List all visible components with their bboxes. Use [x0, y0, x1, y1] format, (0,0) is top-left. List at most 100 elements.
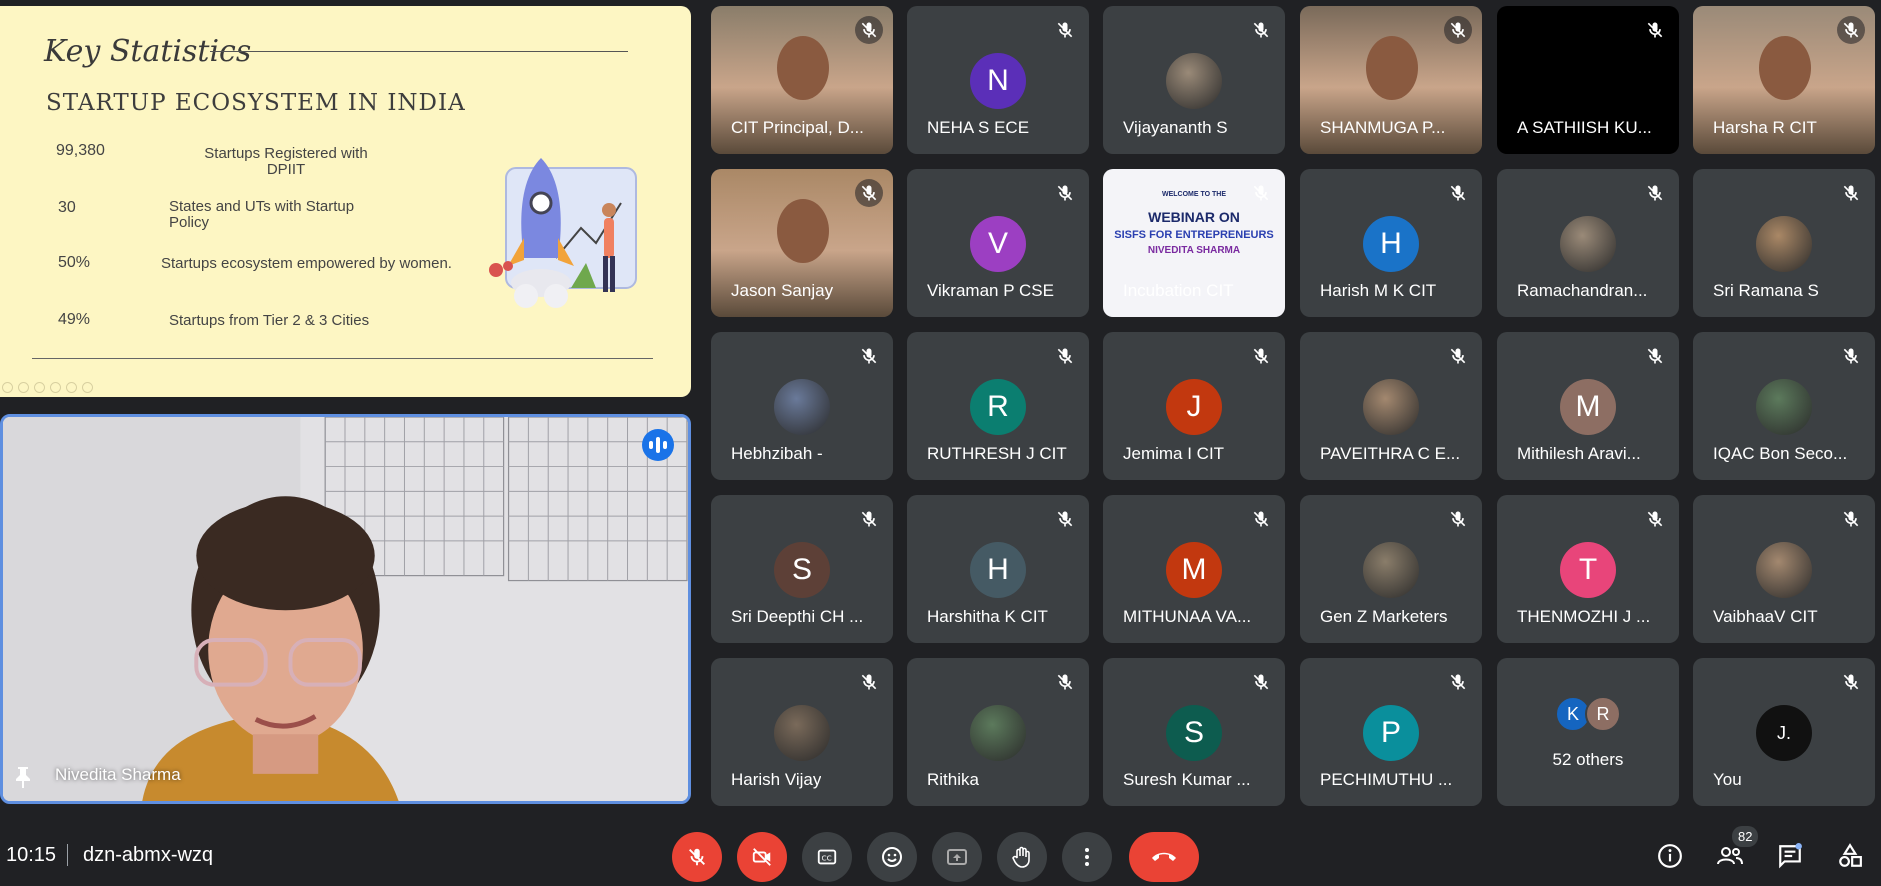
participant-tile[interactable]: Harsha R CIT [1693, 6, 1875, 154]
participant-face [1366, 36, 1418, 100]
reactions-button[interactable] [867, 832, 917, 882]
participant-tile[interactable]: R RUTHRESH J CIT [907, 332, 1089, 480]
muted-mic-icon [1641, 179, 1669, 207]
participant-avatar [774, 705, 830, 761]
participant-name: THENMOZHI J ... [1517, 607, 1651, 626]
muted-mic-icon [855, 16, 883, 44]
participant-name: NEHA S ECE [927, 118, 1030, 137]
participant-tile[interactable]: V Vikraman P CSE [907, 169, 1089, 317]
participant-tile[interactable]: N NEHA S ECE [907, 6, 1089, 154]
microphone-toggle-button[interactable] [672, 832, 722, 882]
chat-icon [1779, 843, 1802, 869]
raise-hand-button[interactable] [997, 832, 1047, 882]
muted-mic-icon [1247, 179, 1275, 207]
slide-tool-icon[interactable] [2, 382, 13, 393]
poster-text: NIVEDITA SHARMA [1147, 245, 1241, 256]
pin-icon[interactable] [13, 765, 33, 789]
more-options-button[interactable] [1062, 832, 1112, 882]
muted-mic-icon [855, 179, 883, 207]
camera-toggle-button[interactable] [737, 832, 787, 882]
participant-tile[interactable]: SHANMUGA P... [1300, 6, 1482, 154]
muted-mic-icon [1641, 342, 1669, 370]
captions-button[interactable]: CC [802, 832, 852, 882]
bottom-control-bar: 10:15 dzn-abmx-wzq CC 82 [0, 820, 1881, 886]
participant-tile[interactable]: A SATHIISH KU... [1497, 6, 1679, 154]
participant-tile[interactable]: P PECHIMUTHU ... [1300, 658, 1482, 806]
participant-avatar [774, 379, 830, 435]
muted-mic-icon [1444, 16, 1472, 44]
stat-desc: Startups ecosystem empowered by women. [161, 255, 452, 272]
participant-tile[interactable]: M MITHUNAA VA... [1103, 495, 1285, 643]
slide-tool-icon[interactable] [50, 382, 61, 393]
captions-icon: CC [817, 849, 837, 865]
participant-avatar: H [970, 542, 1026, 598]
participant-tile[interactable]: Harish Vijay [711, 658, 893, 806]
presentation-slide: Key Statistics STARTUP ECOSYSTEM IN INDI… [0, 6, 691, 397]
participant-tile[interactable]: J. You [1693, 658, 1875, 806]
participant-name: VaibhaaV CIT [1713, 607, 1818, 626]
participant-name: SHANMUGA P... [1320, 118, 1446, 137]
rocket-illustration [489, 158, 637, 308]
participant-name: PAVEITHRA C E... [1320, 444, 1461, 463]
participant-tile[interactable]: VaibhaaV CIT [1693, 495, 1875, 643]
slide-toolbar[interactable] [2, 382, 93, 393]
participant-avatar [1756, 216, 1812, 272]
participant-tile[interactable]: T THENMOZHI J ... [1497, 495, 1679, 643]
participant-tile[interactable]: J Jemima I CIT [1103, 332, 1285, 480]
participant-tile[interactable]: Gen Z Marketers [1300, 495, 1482, 643]
stat-desc: Startups Registered with DPIIT [204, 145, 368, 178]
participant-tile[interactable]: Hebhzibah - [711, 332, 893, 480]
slide-tool-icon[interactable] [66, 382, 77, 393]
participant-tile[interactable]: S Sri Deepthi CH ... [711, 495, 893, 643]
participant-tile[interactable]: M Mithilesh Aravi... [1497, 332, 1679, 480]
participant-tile[interactable]: H Harish M K CIT [1300, 169, 1482, 317]
participant-tile[interactable]: H Harshitha K CIT [907, 495, 1089, 643]
muted-mic-icon [1837, 342, 1865, 370]
participant-name: Jason Sanjay [731, 281, 834, 300]
participant-tile[interactable]: Ramachandran... [1497, 169, 1679, 317]
participant-avatar: S [1166, 705, 1222, 761]
participant-tile[interactable]: IQAC Bon Seco... [1693, 332, 1875, 480]
speaker-tile[interactable]: Nivedita Sharma [0, 414, 691, 804]
hang-up-icon [1152, 852, 1176, 861]
participant-tile[interactable]: Sri Ramana S [1693, 169, 1875, 317]
muted-mic-icon [855, 342, 883, 370]
slide-tool-icon[interactable] [34, 382, 45, 393]
muted-mic-icon [1641, 16, 1669, 44]
muted-mic-icon [1051, 342, 1079, 370]
participant-avatar [1756, 379, 1812, 435]
meeting-details-button[interactable] [1650, 836, 1690, 876]
participant-name: Gen Z Marketers [1320, 607, 1448, 626]
participant-name: Rithika [927, 770, 979, 789]
participant-tile[interactable]: K R 52 others [1497, 658, 1679, 806]
participant-avatar [1560, 216, 1616, 272]
slide-tool-icon[interactable] [18, 382, 29, 393]
present-button[interactable] [932, 832, 982, 882]
participant-avatar [1363, 542, 1419, 598]
participant-tile[interactable]: S Suresh Kumar ... [1103, 658, 1285, 806]
participant-tile[interactable]: WELCOME TO THE WEBINAR ON SISFS FOR ENTREP… [1103, 169, 1285, 317]
participant-tile[interactable]: Jason Sanjay [711, 169, 893, 317]
participant-name: Sri Deepthi CH ... [731, 607, 864, 626]
muted-mic-icon [1641, 505, 1669, 533]
clock: 10:15 [6, 844, 57, 866]
activities-button[interactable] [1830, 836, 1870, 876]
participant-tile[interactable]: Vijayananth S [1103, 6, 1285, 154]
participant-face [1759, 36, 1811, 100]
participant-tile[interactable]: CIT Principal, D... [711, 6, 893, 154]
participant-avatar [970, 705, 1026, 761]
muted-mic-icon [1444, 505, 1472, 533]
muted-mic-icon [1051, 668, 1079, 696]
slide-tool-icon[interactable] [82, 382, 93, 393]
participant-avatar: H [1363, 216, 1419, 272]
speaker-name: Nivedita Sharma [55, 765, 181, 784]
participant-name: IQAC Bon Seco... [1713, 444, 1848, 463]
participant-name: Harish Vijay [731, 770, 822, 789]
chat-button[interactable] [1770, 836, 1810, 876]
participant-tile[interactable]: Rithika [907, 658, 1089, 806]
participant-avatar: J. [1756, 705, 1812, 761]
participant-tile[interactable]: PAVEITHRA C E... [1300, 332, 1482, 480]
muted-mic-icon [1444, 668, 1472, 696]
muted-mic-icon [855, 668, 883, 696]
leave-call-button[interactable] [1129, 832, 1199, 882]
